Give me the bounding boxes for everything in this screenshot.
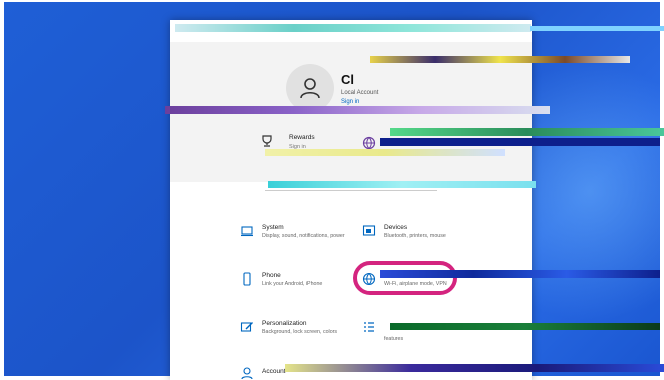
tile-title: Devices [384, 224, 408, 231]
glitch-band [380, 270, 660, 278]
tile-desc: Link your Android, iPhone [262, 281, 323, 287]
glitch-band [165, 106, 550, 114]
glitch-band [370, 56, 630, 63]
tile-title: Account [262, 368, 286, 375]
glitch-band [175, 24, 531, 32]
glitch-band [530, 26, 664, 31]
tile-title: Phone [262, 272, 281, 279]
tile-desc: Bluetooth, printers, mouse [384, 233, 446, 239]
tile-desc: Display, sound, notifications, power [262, 233, 345, 239]
devices-icon [362, 225, 376, 236]
user-name: Cl [341, 72, 354, 87]
globe-icon [362, 136, 376, 150]
apps-list-icon [364, 322, 374, 332]
sign-in-link[interactable]: Sign in [341, 99, 359, 105]
tile-desc: features [384, 336, 404, 342]
glitch-band [268, 181, 536, 188]
trophy-icon [262, 135, 272, 147]
glitch-band [390, 128, 664, 136]
tile-title: System [262, 224, 284, 231]
glitch-band [265, 149, 505, 156]
glitch-band [390, 323, 660, 330]
glitch-band [285, 364, 664, 372]
network-highlight-circle [353, 261, 457, 295]
account-type: Local Account [341, 90, 379, 96]
account-icon [241, 367, 253, 380]
rewards-label[interactable]: Rewards [289, 134, 315, 141]
phone-icon [243, 272, 251, 286]
user-avatar-icon[interactable] [286, 64, 334, 112]
laptop-icon [241, 226, 253, 237]
tile-desc: Background, lock screen, colors [262, 329, 338, 335]
glitch-band [380, 138, 660, 146]
tile-title: Personalization [262, 320, 307, 327]
brush-icon [240, 322, 253, 332]
